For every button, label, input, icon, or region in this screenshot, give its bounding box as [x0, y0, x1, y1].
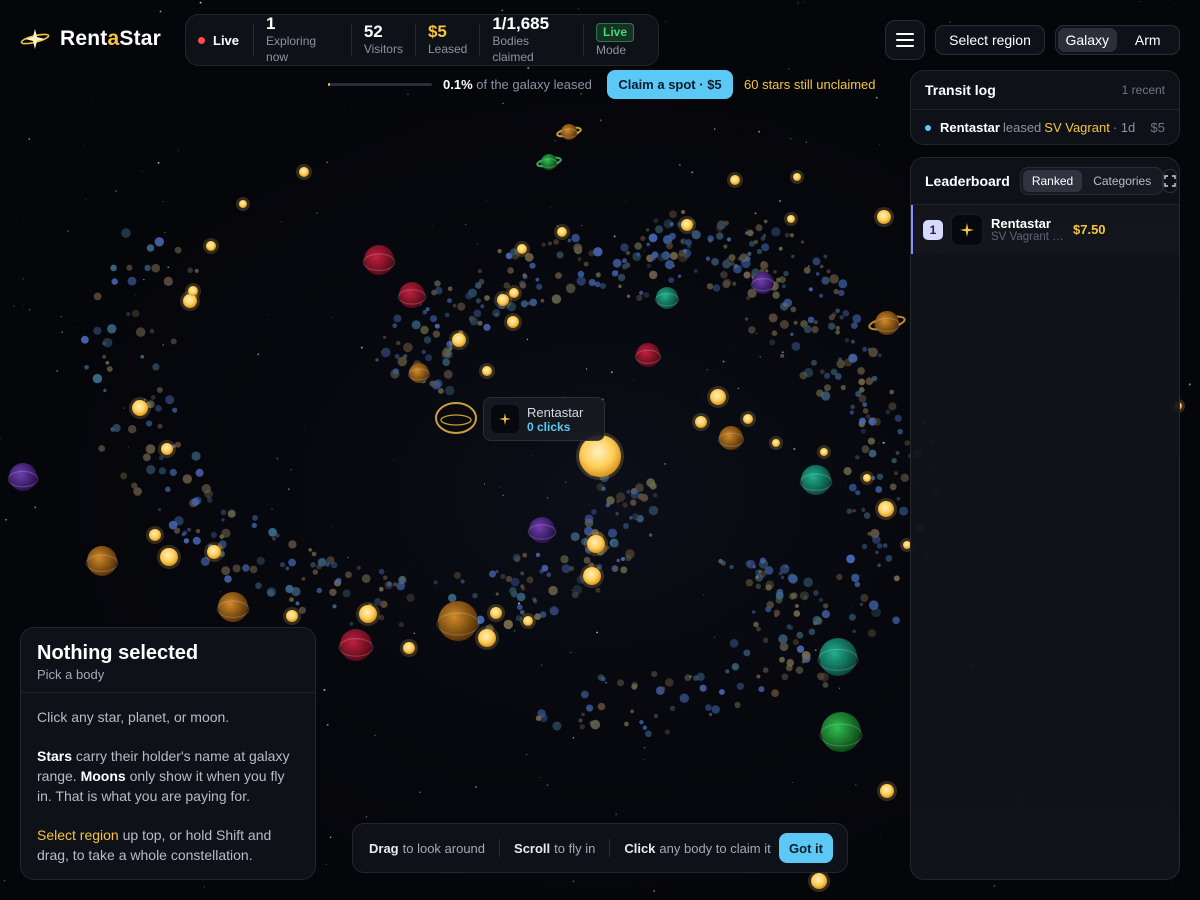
view-galaxy-option[interactable]: Galaxy [1058, 28, 1117, 52]
claim-spot-button[interactable]: Claim a spot · $5 [607, 70, 733, 99]
unclaimed-count: 60 stars still unclaimed [744, 77, 876, 92]
stat-bodies-claimed: 1/1,685 Bodies claimed [479, 15, 583, 64]
hint-scroll: Scroll to fly in [514, 839, 611, 857]
mode-badge: Live [595, 22, 634, 42]
expand-icon [1164, 175, 1176, 187]
stats-bar: Live 1 Exploring now 52 Visitors $5 Leas… [185, 14, 659, 66]
tooltip-avatar [491, 405, 519, 433]
leader-name: Rentastar [991, 216, 1051, 231]
stat-mode: Live Mode [582, 22, 646, 57]
app-logo[interactable]: RentaStar [20, 26, 161, 52]
tooltip-clicks: 0 clicks [527, 419, 571, 434]
transit-log-title: Transit log [925, 82, 996, 98]
select-region-button[interactable]: Select region [935, 25, 1045, 55]
menu-button[interactable] [885, 20, 925, 60]
stat-visitors: 52 Visitors [350, 23, 415, 56]
app-title: RentaStar [60, 27, 162, 50]
sparkle-icon [960, 222, 974, 237]
selection-subtitle: Pick a body [37, 667, 105, 682]
sparkle-icon [499, 413, 511, 425]
lease-progress-bar [328, 83, 432, 86]
expand-leaderboard-button[interactable] [1163, 169, 1178, 193]
avatar [951, 213, 983, 246]
tab-categories[interactable]: Categories [1084, 170, 1160, 192]
stat-exploring: 1 Exploring now [253, 15, 351, 64]
hint-drag: Drag to look around [369, 839, 501, 857]
star-logo-icon [20, 29, 50, 49]
live-dot-icon [198, 36, 205, 44]
selection-title: Nothing selected [37, 642, 199, 664]
lease-progress-text: 0.1% of the galaxy leased [443, 77, 592, 92]
body-tooltip: Rentastar 0 clicks [483, 397, 605, 441]
hint-click: Click any body to claim it [624, 840, 771, 856]
leaderboard-title: Leaderboard [925, 173, 1010, 189]
leader-body: SV Vagrant · Nova [991, 231, 1067, 243]
stat-leased: $5 Leased [414, 23, 479, 56]
leaderboard-row[interactable]: 1 Rentastar SV Vagrant · Nova $7.50 [911, 205, 1179, 254]
leaderboard-tabs: Ranked Categories [1019, 167, 1164, 195]
live-indicator: Live [198, 33, 253, 48]
view-toggle: Galaxy Arm [1055, 25, 1180, 55]
tab-ranked[interactable]: Ranked [1022, 170, 1083, 192]
transit-log-entry[interactable]: Rentastar leased SV Vagrant · 1d $5 [911, 110, 1179, 145]
entry-dot-icon [925, 124, 931, 131]
select-region-link[interactable]: Select region [37, 827, 119, 843]
view-arm-option[interactable]: Arm [1119, 28, 1178, 52]
hint-bar: Drag to look around Scroll to fly in Click… [352, 823, 848, 873]
selection-help: Click any star, planet, or moon. Stars c… [37, 709, 290, 863]
tooltip-name: Rentastar [527, 404, 584, 420]
transit-log-count: 1 recent [1121, 83, 1165, 97]
got-it-button[interactable]: Got it [779, 833, 833, 863]
transit-log-panel: Transit log 1 recent Rentastar leased SV… [910, 70, 1180, 145]
lease-progress-fill [328, 83, 331, 86]
hamburger-icon [896, 33, 914, 47]
leader-amount: $7.50 [1073, 222, 1106, 237]
leaderboard-panel: Leaderboard Ranked Categories 1 Rentasta… [910, 157, 1180, 880]
selection-card: Nothing selected Pick a body Click any s… [20, 627, 316, 880]
rank-badge: 1 [923, 219, 943, 240]
